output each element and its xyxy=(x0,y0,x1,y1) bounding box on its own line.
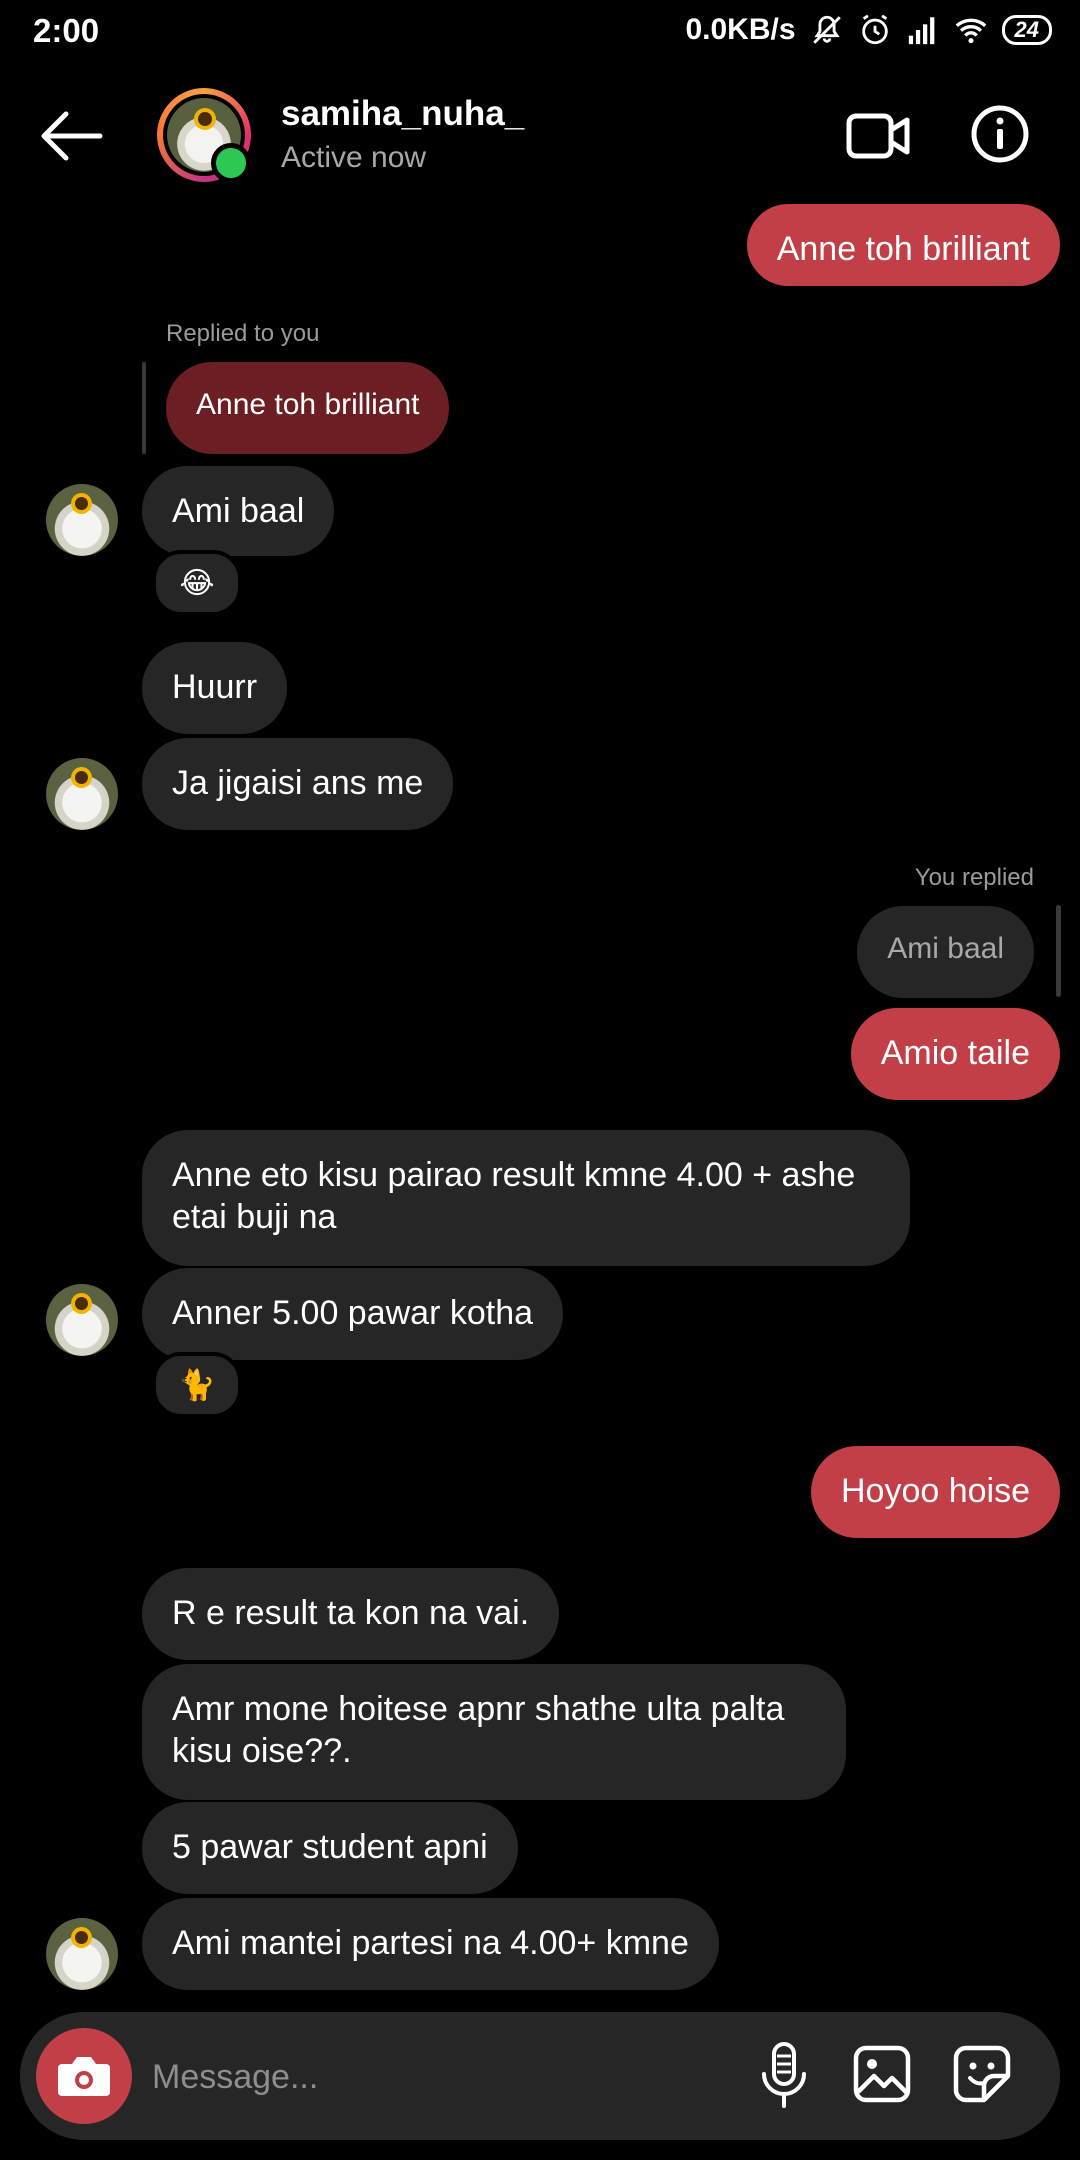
received-message[interactable]: Ami baal xyxy=(142,466,335,556)
status-icons: 0.0KB/s 24 xyxy=(685,10,1052,50)
received-message[interactable]: Anner 5.00 pawar kotha xyxy=(142,1268,564,1360)
message-reaction[interactable]: 🐈 xyxy=(152,1352,242,1418)
replied-to-you-label: Replied to you xyxy=(166,320,320,347)
bell-muted-icon xyxy=(812,15,841,44)
sender-avatar[interactable] xyxy=(46,1918,118,1990)
camera-button[interactable] xyxy=(36,2028,132,2124)
message-reaction[interactable]: 😂 xyxy=(152,550,242,616)
sent-message[interactable]: Hoyoo hoise xyxy=(810,1446,1060,1538)
status-time: 2:00 xyxy=(33,12,100,49)
received-message[interactable]: 5 pawar student apni xyxy=(142,1802,518,1894)
chat-username[interactable]: samiha_nuha_ xyxy=(281,94,524,134)
camera-icon xyxy=(58,2057,110,2096)
received-message[interactable]: Anne eto kisu pairao result kmne 4.00 + … xyxy=(142,1130,910,1266)
sent-message[interactable]: Anne toh brilliant xyxy=(746,204,1060,286)
active-status: Active now xyxy=(281,141,427,174)
message-input[interactable] xyxy=(150,2042,714,2112)
sticker-icon[interactable] xyxy=(952,2044,1012,2104)
received-message[interactable]: Amr mone hoitese apnr shathe ulta palta … xyxy=(142,1664,846,1800)
sender-avatar[interactable] xyxy=(46,758,118,830)
back-arrow-icon[interactable] xyxy=(38,108,104,164)
network-speed: 0.0KB/s xyxy=(685,13,796,46)
gallery-icon[interactable] xyxy=(852,2044,912,2104)
sent-message[interactable]: Amio taile xyxy=(850,1008,1060,1100)
online-indicator xyxy=(211,143,251,183)
microphone-icon[interactable] xyxy=(756,2040,812,2112)
info-icon[interactable] xyxy=(970,104,1030,164)
received-message[interactable]: Huurr xyxy=(142,642,288,734)
received-message[interactable]: R e result ta kon na vai. xyxy=(142,1568,560,1660)
sender-avatar[interactable] xyxy=(46,1284,118,1356)
video-call-icon[interactable] xyxy=(846,108,910,164)
alarm-icon xyxy=(861,14,888,45)
sender-avatar[interactable] xyxy=(46,484,118,556)
you-replied-label: You replied xyxy=(914,864,1034,891)
reply-bar xyxy=(1056,905,1061,997)
reply-quote[interactable]: Ami baal xyxy=(857,906,1034,998)
battery-indicator: 24 xyxy=(1001,15,1052,45)
reply-quote[interactable]: Anne toh brilliant xyxy=(166,362,450,454)
wifi-icon xyxy=(955,18,986,44)
signal-icon xyxy=(908,17,934,45)
received-message[interactable]: Ami mantei partesi na 4.00+ kmne xyxy=(142,1898,719,1990)
received-message[interactable]: Ja jigaisi ans me xyxy=(142,738,454,830)
reply-bar xyxy=(142,362,146,454)
